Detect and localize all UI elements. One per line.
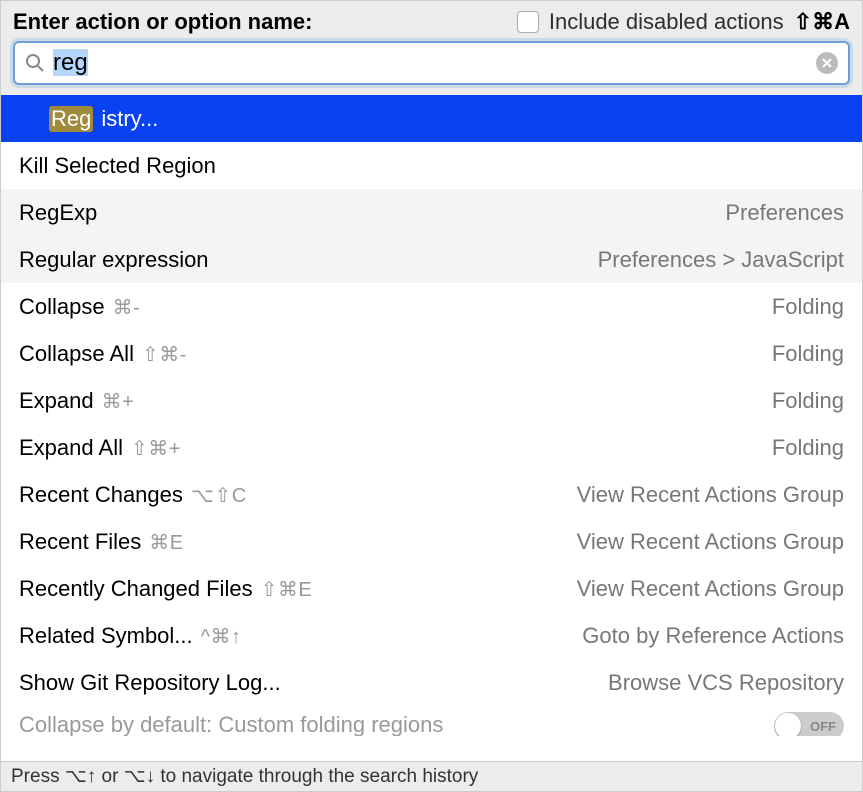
result-row[interactable]: Expand All ⇧⌘+ Folding [1,424,862,471]
match-highlight: Reg [49,106,93,132]
include-disabled-checkbox[interactable] [517,11,539,33]
result-label: Related Symbol... [19,623,193,649]
result-label: Recent Files [19,529,141,555]
result-row[interactable]: Kill Selected Region [1,142,862,189]
search-input[interactable]: reg [13,41,850,85]
result-label: Recently Changed Files [19,576,253,602]
search-wrap: reg [1,41,862,95]
result-shortcut: ⌥⇧C [191,483,247,508]
result-group: Folding [772,294,844,320]
result-label: Recent Changes [19,482,183,508]
result-group: Folding [772,388,844,414]
result-shortcut: ⇧⌘+ [131,436,181,461]
footer-hint: Press ⌥↑ or ⌥↓ to navigate through the s… [1,761,862,791]
result-row[interactable]: Reg istry... [1,95,862,142]
result-group: View Recent Actions Group [577,529,844,555]
result-row[interactable]: Recently Changed Files ⇧⌘E View Recent A… [1,565,862,612]
result-row[interactable]: Recent Changes ⌥⇧C View Recent Actions G… [1,471,862,518]
toggle-switch[interactable]: OFF [774,712,844,736]
result-shortcut: ⌘+ [102,389,135,414]
result-row[interactable]: Collapse ⌘- Folding [1,283,862,330]
search-icon [25,53,45,73]
result-label: Collapse [19,294,105,320]
result-label: Expand [19,388,94,414]
result-shortcut: ⌘- [113,295,141,320]
result-group: Browse VCS Repository [608,670,844,696]
result-row[interactable]: Show Git Repository Log... Browse VCS Re… [1,659,862,706]
result-shortcut: ⌘E [149,530,183,555]
result-row[interactable]: Collapse All ⇧⌘- Folding [1,330,862,377]
result-shortcut: ⇧⌘E [261,577,313,602]
result-label: Show Git Repository Log... [19,670,281,696]
result-label-rest: istry... [101,106,158,132]
search-text: reg [53,49,808,77]
result-label: Collapse by default: Custom folding regi… [19,712,443,736]
results-list[interactable]: Reg istry... Kill Selected Region RegExp … [1,95,862,761]
result-row[interactable]: Recent Files ⌘E View Recent Actions Grou… [1,518,862,565]
result-group: Preferences [725,200,844,226]
result-row[interactable]: Expand ⌘+ Folding [1,377,862,424]
result-row[interactable]: Related Symbol... ^⌘↑ Goto by Reference … [1,612,862,659]
result-label: RegExp [19,200,97,226]
footer-hint-text: Press ⌥↑ or ⌥↓ to navigate through the s… [11,765,478,788]
result-row[interactable]: RegExp Preferences [1,189,862,236]
result-row[interactable]: Collapse by default: Custom folding regi… [1,706,862,736]
result-label: Kill Selected Region [19,153,216,179]
result-group: View Recent Actions Group [577,576,844,602]
result-row[interactable]: Regular expression Preferences > JavaScr… [1,236,862,283]
toggle-knob [775,713,801,736]
result-group: Preferences > JavaScript [598,247,844,273]
result-group: View Recent Actions Group [577,482,844,508]
result-label: Expand All [19,435,123,461]
result-group: Folding [772,435,844,461]
result-group: Folding [772,341,844,367]
result-label: Regular expression [19,247,209,273]
clear-search-button[interactable] [816,52,838,74]
include-disabled-shortcut: ⇧⌘A [794,9,850,35]
result-group: Goto by Reference Actions [582,623,844,649]
toggle-state-label: OFF [810,719,836,734]
result-shortcut: ^⌘↑ [201,624,242,649]
result-label: Collapse All [19,341,134,367]
header-bar: Enter action or option name: Include dis… [1,1,862,41]
result-shortcut: ⇧⌘- [142,342,187,367]
include-disabled-label: Include disabled actions [549,9,784,35]
header-prompt: Enter action or option name: [13,9,312,35]
